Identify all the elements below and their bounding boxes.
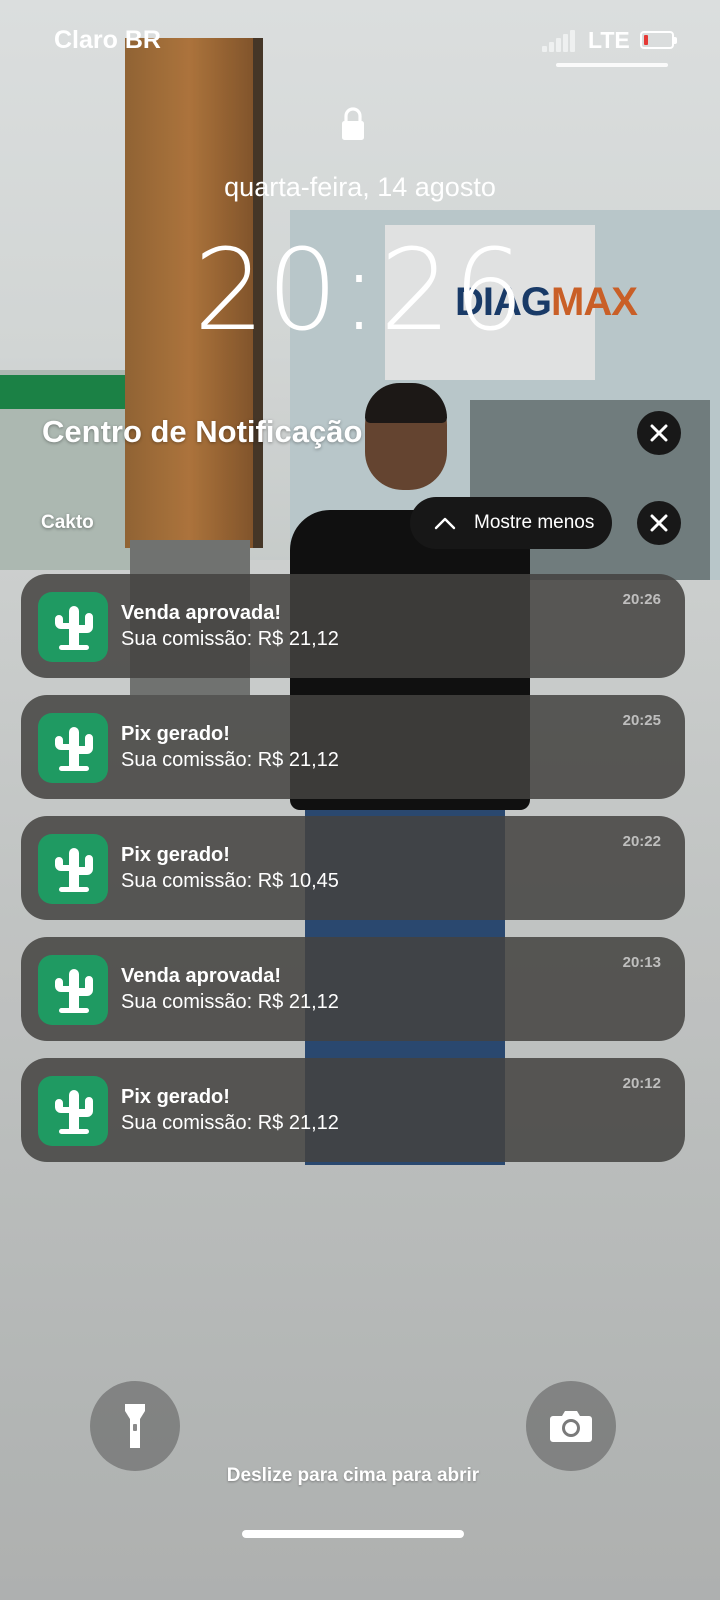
notification-time: 20:26 xyxy=(622,591,661,608)
network-type: LTE xyxy=(588,27,630,53)
close-icon xyxy=(650,514,668,532)
notification-body: Sua comissão: R$ 21,12 xyxy=(121,991,339,1013)
cactus-icon xyxy=(38,834,108,904)
status-bar: Claro BR LTE xyxy=(0,0,720,80)
notification-card[interactable]: Pix gerado! Sua comissão: R$ 10,45 20:22 xyxy=(21,816,685,920)
notification-body: Sua comissão: R$ 21,12 xyxy=(121,749,339,771)
show-less-label: Mostre menos xyxy=(474,512,595,533)
flashlight-button[interactable] xyxy=(90,1381,180,1471)
status-indicator-line xyxy=(556,63,668,67)
notification-body: Sua comissão: R$ 21,12 xyxy=(121,628,339,650)
notification-time: 20:22 xyxy=(622,833,661,850)
lock-icon xyxy=(342,107,364,140)
dismiss-group-button[interactable] xyxy=(637,501,681,545)
notification-card[interactable]: Pix gerado! Sua comissão: R$ 21,12 20:12 xyxy=(21,1058,685,1162)
lock-clock: 20:26 xyxy=(193,226,527,356)
lock-date: quarta-feira, 14 agosto xyxy=(224,172,496,202)
camera-button[interactable] xyxy=(526,1381,616,1471)
chevron-up-icon xyxy=(434,517,456,530)
carrier-name: Claro BR xyxy=(54,26,161,54)
notification-title: Venda aprovada! xyxy=(121,965,282,987)
show-less-button[interactable]: Mostre menos xyxy=(410,497,612,549)
notification-body: Sua comissão: R$ 10,45 xyxy=(121,870,339,892)
notification-time: 20:12 xyxy=(622,1075,661,1092)
cactus-icon xyxy=(38,592,108,662)
notification-time: 20:13 xyxy=(622,954,661,971)
notification-title: Pix gerado! xyxy=(121,1086,230,1108)
cactus-icon xyxy=(38,1076,108,1146)
notification-card[interactable]: Venda aprovada! Sua comissão: R$ 21,12 2… xyxy=(21,574,685,678)
cactus-icon xyxy=(38,955,108,1025)
notification-title: Pix gerado! xyxy=(121,844,230,866)
signal-icon xyxy=(542,30,576,52)
notification-title: Pix gerado! xyxy=(121,723,230,745)
notification-body: Sua comissão: R$ 21,12 xyxy=(121,1112,339,1134)
flashlight-icon xyxy=(125,1404,145,1448)
camera-icon xyxy=(550,1411,592,1442)
clear-all-button[interactable] xyxy=(637,411,681,455)
cactus-icon xyxy=(38,713,108,783)
notification-center-title: Centro de Notificação xyxy=(42,414,363,449)
notification-card[interactable]: Pix gerado! Sua comissão: R$ 21,12 20:25 xyxy=(21,695,685,799)
notification-title: Venda aprovada! xyxy=(121,602,282,624)
battery-level xyxy=(644,35,648,45)
app-group-name: Cakto xyxy=(41,512,94,533)
notification-list: Venda aprovada! Sua comissão: R$ 21,12 2… xyxy=(21,574,685,1179)
notification-card[interactable]: Venda aprovada! Sua comissão: R$ 21,12 2… xyxy=(21,937,685,1041)
battery-icon xyxy=(640,31,677,49)
swipe-up-hint: Deslize para cima para abrir xyxy=(226,1465,480,1486)
close-icon xyxy=(650,424,668,442)
notification-time: 20:25 xyxy=(622,712,661,729)
home-indicator[interactable] xyxy=(242,1530,464,1538)
